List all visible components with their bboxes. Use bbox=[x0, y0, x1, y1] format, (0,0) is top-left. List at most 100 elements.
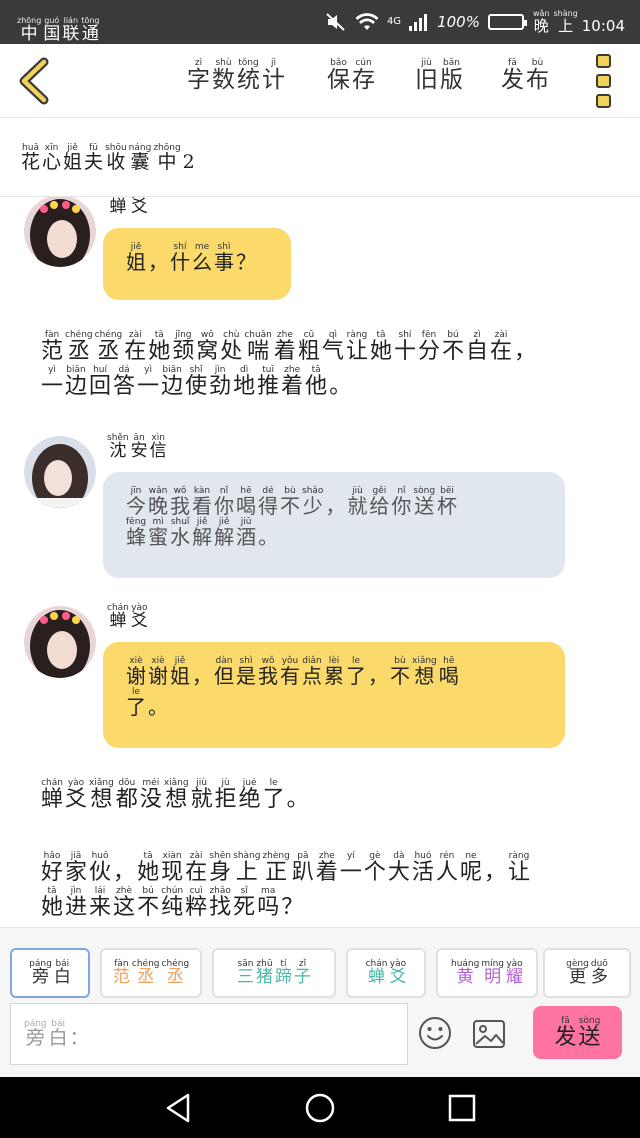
hanzi: 。 bbox=[258, 525, 279, 549]
ruby-char: chán蝉 bbox=[107, 603, 129, 631]
ruby-char: ？ bbox=[236, 242, 256, 273]
hanzi: 都 bbox=[115, 787, 138, 812]
ruby-char: xiǎng 想 bbox=[412, 656, 437, 687]
hanzi: 送 bbox=[578, 1024, 601, 1050]
hanzi: 给 bbox=[369, 494, 390, 518]
hanzi: 字 bbox=[187, 67, 210, 93]
wifi-icon bbox=[355, 12, 379, 31]
save-button[interactable]: bǎo 保 cún 存 bbox=[326, 58, 376, 92]
ruby-char: wǎn 晚 bbox=[148, 486, 168, 517]
message-input[interactable]: páng 旁 bái 白： bbox=[10, 1003, 408, 1065]
ruby-char: zhèng 正 bbox=[262, 851, 289, 884]
hanzi: 少 bbox=[302, 494, 323, 518]
hanzi: 答 bbox=[113, 374, 136, 400]
ruby-char: jìn 劲 bbox=[209, 365, 231, 398]
square-recent-icon[interactable] bbox=[445, 1091, 479, 1125]
ruby-char: zhe 着 bbox=[274, 330, 296, 363]
hanzi: 点 bbox=[302, 664, 322, 688]
hanzi: 夫 bbox=[84, 151, 104, 173]
ruby-char: ， bbox=[368, 656, 388, 687]
hanzi: 心 bbox=[42, 151, 62, 173]
hanzi: 蝉 bbox=[41, 787, 64, 812]
narration-text[interactable]: hǎo 好 jiā 家 huǒ 伙， tā 她 xiàn 现 zài 在 shēn 身 shàng 上 zhèn… bbox=[40, 851, 600, 921]
ruby-char: ān 安 bbox=[131, 433, 148, 461]
ruby-char: ràng 让 bbox=[346, 330, 368, 363]
ruby-char: dì 地 bbox=[233, 365, 255, 398]
ruby-char: huáng 黄 bbox=[451, 959, 479, 987]
hanzi: 绝 bbox=[238, 787, 261, 812]
hanzi: 这 bbox=[113, 895, 136, 921]
hanzi: 信 bbox=[149, 441, 167, 461]
hanzi: 爻 bbox=[65, 787, 88, 812]
ruby-char: biān 边 bbox=[161, 365, 183, 398]
hanzi: 姐 bbox=[63, 151, 83, 173]
ruby-char: lái 来 bbox=[89, 886, 111, 919]
role-chanyao-button[interactable]: chán 蝉 yào 爻 bbox=[346, 948, 426, 998]
chat-area[interactable]: chán蝉yào爻 jiě姐，shí什me么shì事？ fàn范chéng丞ch… bbox=[0, 197, 640, 927]
hanzi: 丞 bbox=[97, 339, 120, 364]
more-roles-button[interactable]: gèng 更 duō 多 bbox=[543, 948, 631, 998]
message-bubble[interactable]: jiě 姐， shí 什 me 么 shì 事？ bbox=[103, 228, 291, 300]
ruby-char: chán蝉 bbox=[366, 959, 388, 987]
network-type: 4G bbox=[386, 16, 402, 28]
ruby-char: míng 明 bbox=[481, 959, 504, 987]
avatar-shenanxin[interactable] bbox=[24, 436, 96, 508]
role-fanchengcheng-button[interactable]: fàn 范 chéng 丞 chéng 丞 bbox=[100, 948, 202, 998]
narration-text[interactable]: fàn 范 chéng 丞 chéng 丞 zài 在 tā 她 jǐng 颈 wō 窝 chù 处 chuǎn… bbox=[40, 330, 600, 400]
ruby-char: zhū 猪 bbox=[256, 959, 273, 987]
hanzi: 姐 bbox=[126, 250, 146, 274]
role-narrator-button[interactable]: páng 旁 bái 白 bbox=[10, 948, 90, 998]
word-count-button[interactable]: zì 字 shù 数 tǒng 统 jì 计 bbox=[186, 58, 286, 92]
ruby-char: fā 发 bbox=[554, 1016, 576, 1049]
hanzi: 保 bbox=[327, 67, 350, 93]
emoji-button[interactable] bbox=[418, 1016, 452, 1050]
narration-text[interactable]: chán 蝉 yào 爻 xiǎng 想 dōu 都 méi 没 xiǎng 想 jiù 就 jù 拒 jué 绝… bbox=[40, 778, 600, 813]
text-line: fēng 蜂 mì 蜜 shuǐ 水 jiě 解 jiě 解 jiǔ 酒。 bbox=[125, 517, 543, 548]
menu-button[interactable] bbox=[596, 54, 616, 108]
hanzi: 但 bbox=[214, 664, 234, 688]
chapter-title-row[interactable]: huā 花 xīn 心 jiě 姐 fū 夫 shōu 收 náng 囊 zhōng 中 2 bbox=[0, 119, 640, 197]
circle-home-icon[interactable] bbox=[303, 1091, 337, 1125]
hanzi: 多 bbox=[590, 967, 608, 988]
ruby-char: chù 处 bbox=[220, 330, 242, 363]
hanzi: 有 bbox=[280, 664, 300, 688]
ruby-char: chéng 丞 bbox=[162, 959, 190, 987]
message-bubble[interactable]: xiè 谢 xiè 谢 jiě 姐， dàn 但 shì 是 wǒ 我 yǒu 有 diǎn 点 lèi 累 le 了… bbox=[103, 642, 565, 748]
hanzi: 上 bbox=[558, 17, 574, 35]
ruby-char: cū 粗 bbox=[298, 330, 320, 363]
ruby-char: zì 自 bbox=[466, 330, 488, 363]
ruby-char: páng 旁 bbox=[29, 959, 52, 987]
hanzi: ， bbox=[483, 860, 506, 885]
ruby-char: wǒ 我 bbox=[258, 656, 278, 687]
hanzi: 上 bbox=[235, 860, 258, 885]
role-huangmingyao-button[interactable]: huáng 黄 míng 明 yào 耀 bbox=[436, 948, 538, 998]
ruby-char: chéng 丞 bbox=[65, 330, 93, 363]
ruby-char: shù 数 bbox=[212, 58, 235, 92]
ruby-char: jù 拒 bbox=[215, 778, 237, 811]
hanzi: 现 bbox=[161, 860, 184, 885]
hanzi: 吗 bbox=[257, 895, 280, 921]
triangle-back-icon[interactable] bbox=[162, 1091, 196, 1125]
ruby-char: jiě 解 bbox=[214, 517, 234, 548]
ruby-char: hǎo 好 bbox=[41, 851, 63, 884]
hanzi: 我 bbox=[258, 664, 278, 688]
hanzi: 死 bbox=[233, 895, 256, 921]
publish-button[interactable]: fā 发 bù 布 bbox=[500, 58, 550, 92]
back-button[interactable] bbox=[14, 56, 54, 106]
message-bubble[interactable]: jīn 今 wǎn 晚 wǒ 我 kàn 看 nǐ 你 hē 喝 dé 得 bù 不 shǎo 少， jiù 就 gěi… bbox=[103, 472, 565, 578]
ruby-char: chún 纯 bbox=[161, 886, 183, 919]
hanzi: 回 bbox=[89, 374, 112, 400]
role-sanzhutizi-button[interactable]: sān 三 zhū 猪 tí 蹄 zǐ 子 bbox=[212, 948, 336, 998]
hanzi: 旁 bbox=[25, 1027, 45, 1050]
hanzi: 就 bbox=[190, 787, 213, 812]
hanzi: 进 bbox=[65, 895, 88, 921]
ruby-char: huí 回 bbox=[89, 365, 111, 398]
insert-image-button[interactable] bbox=[472, 1019, 506, 1049]
hanzi: 她 bbox=[148, 339, 171, 364]
avatar-chanyao[interactable] bbox=[24, 606, 96, 678]
ruby-char: zhe 着 bbox=[316, 851, 338, 884]
send-button[interactable]: fā 发 sòng 送 bbox=[533, 1006, 622, 1059]
old-version-button[interactable]: jiù 旧 bǎn 版 bbox=[414, 58, 464, 92]
ruby-char: fā 发 bbox=[501, 58, 524, 92]
avatar-chanyao[interactable] bbox=[24, 197, 96, 267]
